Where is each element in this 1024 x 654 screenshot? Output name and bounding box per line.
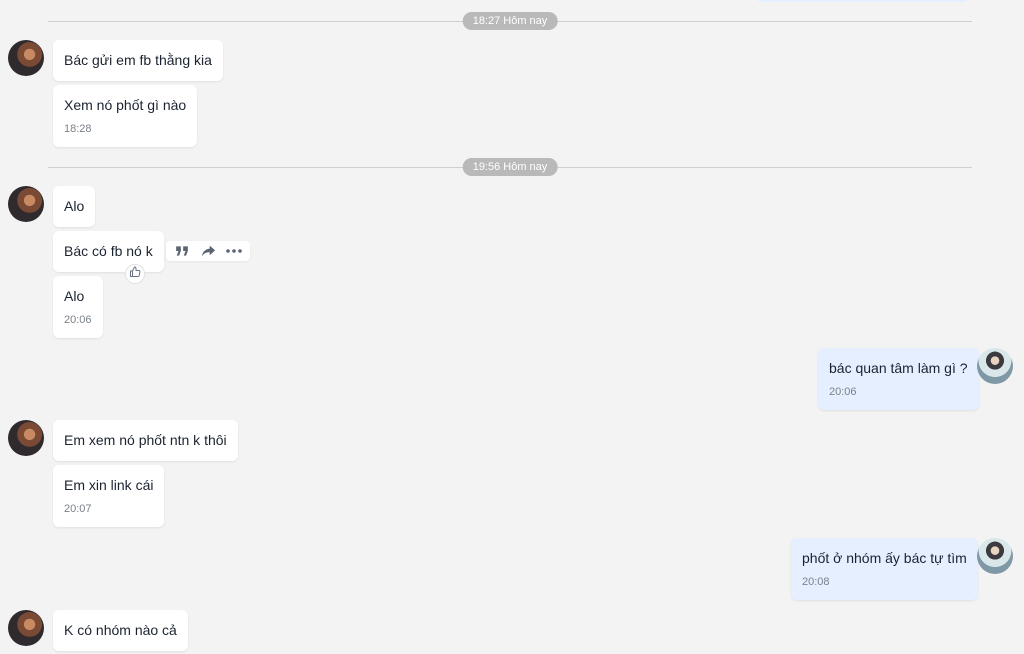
- message-text: Alo: [64, 198, 85, 214]
- incoming-message-bubble[interactable]: Alo 20:06: [53, 276, 103, 338]
- forward-icon[interactable]: [196, 241, 220, 261]
- contact-avatar[interactable]: [8, 186, 44, 222]
- time-divider-pill: 19:56 Hôm nay: [462, 158, 558, 176]
- contact-avatar[interactable]: [8, 420, 44, 456]
- incoming-message-bubble[interactable]: Bác có fb nó k: [53, 231, 164, 272]
- message-timestamp: 20:06: [829, 386, 857, 398]
- incoming-message-bubble[interactable]: Bác gửi em fb thằng kia: [53, 40, 223, 81]
- message-text: Bác có fb nó k: [64, 243, 153, 259]
- more-icon[interactable]: [222, 241, 246, 261]
- incoming-message-bubble[interactable]: Em xin link cái 20:07: [53, 465, 165, 527]
- message-text: K có nhóm nào cả: [64, 622, 177, 638]
- outgoing-message-bubble[interactable]: bác quan tâm làm gì ? 20:06: [818, 348, 979, 410]
- my-avatar[interactable]: [977, 538, 1013, 574]
- message-timestamp: 20:07: [64, 503, 92, 515]
- contact-avatar[interactable]: [8, 610, 44, 646]
- message-text: bác quan tâm làm gì ?: [829, 360, 968, 376]
- thumbs-up-icon: [129, 265, 141, 283]
- message-text: Em xin link cái: [64, 477, 154, 493]
- incoming-message-bubble[interactable]: Xem nó phốt gì nào 18:28: [53, 85, 198, 147]
- message-timestamp: 20:08: [802, 576, 830, 588]
- incoming-message-bubble[interactable]: K có nhóm nào cả: [53, 610, 188, 651]
- previous-message-bubble: [757, 0, 967, 2]
- message-text: Bác gửi em fb thằng kia: [64, 52, 212, 68]
- message-text: Xem nó phốt gì nào: [64, 97, 187, 113]
- message-text: Em xem nó phốt ntn k thôi: [64, 432, 227, 448]
- quote-icon[interactable]: [170, 241, 194, 261]
- message-timestamp: 18:28: [64, 123, 92, 135]
- contact-avatar[interactable]: [8, 40, 44, 76]
- incoming-message-bubble[interactable]: Em xem nó phốt ntn k thôi: [53, 420, 238, 461]
- outgoing-message-bubble[interactable]: phốt ở nhóm ấy bác tự tìm 20:08: [791, 538, 978, 600]
- incoming-message-bubble[interactable]: Alo: [53, 186, 96, 227]
- like-reaction-button[interactable]: [125, 264, 145, 284]
- message-text: phốt ở nhóm ấy bác tự tìm: [802, 550, 967, 566]
- my-avatar[interactable]: [977, 348, 1013, 384]
- message-action-toolbar: [166, 241, 250, 261]
- message-text: Alo: [64, 288, 85, 304]
- time-divider-pill: 18:27 Hôm nay: [462, 12, 558, 30]
- message-timestamp: 20:06: [64, 314, 92, 326]
